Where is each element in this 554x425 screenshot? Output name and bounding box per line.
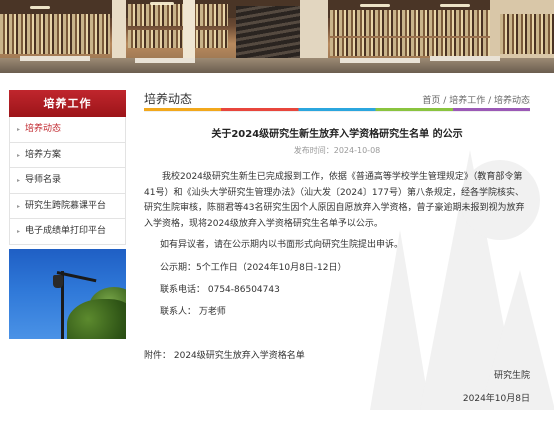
contact-phone: 联系电话： 0754-86504743 — [160, 285, 280, 295]
signature: 研究生院 — [493, 371, 530, 381]
breadcrumb-separator: / — [485, 96, 494, 106]
sidebar-item-label: 导师名录 — [25, 175, 62, 185]
bullet-arrow-icon: ▸ — [17, 202, 21, 210]
section-header: 培养动态 首页 / 培养工作 / 培养动态 — [144, 88, 530, 106]
breadcrumb-training-news[interactable]: 培养动态 — [494, 96, 530, 106]
section-title: 培养动态 — [144, 92, 193, 106]
notice-period: 公示期：5个工作日（2024年10月8日-12日） — [160, 263, 347, 273]
bullet-arrow-icon: ▸ — [17, 126, 21, 133]
bullet-arrow-icon: ▸ — [17, 151, 21, 159]
publish-date: 发布时间：2024-10-08 — [144, 145, 530, 156]
sidebar-item-label: 研究生跨院慕课平台 — [25, 200, 107, 211]
signature-date: 2024年10月8日 — [462, 394, 530, 404]
sidebar-item-label: 电子成绩单打印平台 — [25, 226, 107, 236]
sidebar-item-transcript-platform[interactable]: ▸ 电子成绩单打印平台 — [10, 219, 125, 245]
header-banner — [0, 0, 554, 73]
main-content: 培养动态 首页 / 培养工作 / 培养动态 关于2024级研究生新生放弃入学资格… — [144, 88, 530, 404]
publish-date-value: 2024-10-08 — [333, 146, 381, 155]
contact-person: 联系人： 万老师 — [160, 307, 226, 317]
publish-date-label: 发布时间： — [293, 146, 334, 155]
breadcrumb: 首页 / 培养工作 / 培养动态 — [422, 93, 530, 106]
bullet-arrow-icon: ▸ — [17, 228, 21, 235]
sidebar-item-training-plan[interactable]: ▸ 培养方案 — [10, 142, 125, 168]
sidebar-item-label: 培养方案 — [25, 149, 62, 160]
article-title: 关于2024级研究生新生放弃入学资格研究生名单 的公示 — [211, 129, 463, 140]
objection-notice: 如有异议者，请在公示期内以书面形式向研究生院提出申诉。 — [160, 240, 404, 250]
sidebar-item-training-news[interactable]: ▸ 培养动态 — [10, 117, 125, 143]
breadcrumb-training-work[interactable]: 培养工作 — [449, 96, 485, 106]
sidebar-item-supervisor-list[interactable]: ▸ 导师名录 — [10, 168, 125, 194]
breadcrumb-home[interactable]: 首页 — [422, 96, 440, 106]
sidebar-item-label: 培养动态 — [25, 124, 62, 134]
sidebar: 培养工作 ▸ 培养动态 ▸ 培养方案 ▸ 导师名录 ▸ 研究生跨院慕课平台 ▸ … — [9, 90, 126, 339]
section-color-bar — [144, 108, 530, 112]
attachment-link[interactable]: 附件： 2024级研究生放弃入学资格名单 — [144, 348, 305, 361]
sidebar-campus-photo — [9, 248, 126, 339]
article-body-paragraph: 我校2024级研究生新生已完成报到工作，依据《普通高等学校学生管理规定》（教育部… — [144, 172, 525, 229]
sidebar-menu: ▸ 培养动态 ▸ 培养方案 ▸ 导师名录 ▸ 研究生跨院慕课平台 ▸ 电子成绩单… — [9, 117, 126, 245]
sidebar-title: 培养工作 — [9, 90, 126, 117]
bullet-arrow-icon: ▸ — [17, 177, 21, 184]
breadcrumb-separator: / — [440, 96, 450, 106]
sidebar-item-mooc-platform[interactable]: ▸ 研究生跨院慕课平台 — [10, 193, 125, 219]
